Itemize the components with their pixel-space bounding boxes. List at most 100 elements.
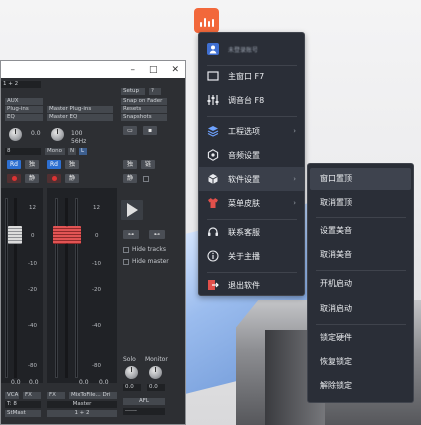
eq-label[interactable]: EQ	[5, 114, 43, 121]
hide-tracks-checkbox[interactable]	[123, 247, 129, 253]
output-select[interactable]: ------	[123, 408, 165, 415]
submenu-item-lock-hardware[interactable]: 锁定硬件	[310, 327, 411, 349]
menu-item-mixer[interactable]: 调音台 F8	[199, 88, 304, 112]
mixer-titlebar: – □ ✕	[1, 61, 185, 78]
bar-chart-icon[interactable]	[194, 8, 219, 33]
tray-context-menu: 未登录账号 主窗口 F7 调音台 F8 工程选项 › 音频设置 软件设置 › 菜…	[198, 32, 305, 296]
menu-item-label: 关于主播	[228, 251, 260, 261]
scale-label: 12	[29, 205, 36, 211]
submenu-item-disable-beauty[interactable]: 取消美音	[310, 244, 411, 266]
solo-button[interactable]: 独	[65, 160, 79, 169]
menu-item-label: 退出软件	[228, 280, 260, 290]
submenu-divider	[316, 217, 406, 218]
user-avatar-icon	[207, 43, 219, 55]
menu-item-label: 调音台 F8	[228, 95, 265, 105]
menu-item-main-window[interactable]: 主窗口 F7	[199, 64, 304, 88]
solo-knob[interactable]	[125, 366, 138, 379]
submenu-item-pin-top[interactable]: 窗口置顶	[310, 168, 411, 190]
settings-hex-icon	[207, 149, 219, 161]
hide-master-checkbox[interactable]	[123, 259, 129, 265]
solo-label: Solo	[123, 356, 136, 363]
channel-number[interactable]: 8	[5, 148, 41, 155]
master-mute-button[interactable]: 静	[123, 174, 137, 183]
link-left-button[interactable]: ⊶	[123, 230, 139, 239]
submenu-item-unlock[interactable]: 解除锁定	[310, 375, 411, 397]
record-arm-button[interactable]: Rd	[7, 160, 21, 169]
hide-tracks-label: Hide tracks	[132, 246, 166, 253]
menu-item-audio-settings[interactable]: 音频设置	[199, 143, 304, 167]
monitor-knob[interactable]	[149, 366, 162, 379]
master-fader-value: 0.0	[79, 379, 89, 386]
setup-button[interactable]: Setup	[121, 88, 145, 95]
shirt-icon	[207, 197, 219, 209]
snap-fader-button[interactable]: Snap on Fader	[121, 98, 167, 105]
submenu-item-unpin-top[interactable]: 取消置顶	[310, 192, 411, 214]
master-checkbox[interactable]	[143, 176, 149, 182]
record-arm-button[interactable]: Rd	[47, 160, 61, 169]
level-meter	[5, 198, 8, 378]
submenu-item-restore-lock[interactable]: 恢复锁定	[310, 351, 411, 373]
maximize-button[interactable]: □	[149, 65, 158, 75]
scale-label: -20	[92, 287, 101, 293]
rec-dot-icon	[12, 176, 17, 181]
master-fader-right[interactable]	[67, 226, 81, 244]
help-button[interactable]: ?	[149, 88, 161, 95]
menu-item-project-options[interactable]: 工程选项 ›	[199, 119, 304, 143]
master-output[interactable]: 1 + 2	[47, 410, 117, 417]
solo-button[interactable]: 独	[25, 160, 39, 169]
mute-button[interactable]: 静	[65, 174, 79, 183]
master-plugins-label[interactable]: Master Plug-ins	[47, 106, 113, 113]
folder-icon[interactable]: ▭	[123, 126, 137, 135]
master-fader-left[interactable]	[53, 226, 67, 244]
channel-fader[interactable]	[8, 226, 22, 244]
close-button[interactable]: ✕	[171, 65, 179, 75]
menu-item-contact-support[interactable]: 联系客服	[199, 220, 304, 244]
rec-dot-icon	[52, 176, 57, 181]
scale-label: -80	[92, 363, 101, 369]
master-solo-button[interactable]: 独	[123, 160, 137, 169]
menu-item-about[interactable]: 关于主播	[199, 244, 304, 268]
stmast-output[interactable]: StMast	[5, 410, 41, 417]
aux-label[interactable]: AUX	[5, 98, 43, 105]
account-header[interactable]: 未登录账号	[199, 37, 304, 61]
headset-icon	[207, 226, 219, 238]
fx-button[interactable]: FX	[23, 392, 41, 399]
master-eq-label[interactable]: Master EQ	[47, 114, 113, 121]
submenu-item-cancel-autostart[interactable]: 取消启动	[310, 298, 411, 320]
resets-button[interactable]: Resets	[121, 106, 167, 113]
submenu-item-enable-beauty[interactable]: 设置美音	[310, 220, 411, 242]
scale-label: 0	[95, 233, 99, 239]
scale-label: 12	[93, 205, 100, 211]
pan-knob[interactable]	[9, 128, 22, 141]
menu-item-software-settings[interactable]: 软件设置 ›	[199, 167, 304, 191]
chevron-right-icon: ›	[293, 127, 296, 135]
mute-button[interactable]: 静	[25, 174, 39, 183]
plugins-label[interactable]: Plug-ins	[5, 106, 43, 113]
menu-item-menu-skin[interactable]: 菜单皮肤 ›	[199, 191, 304, 215]
scale-label: -40	[92, 323, 101, 329]
level-meter	[55, 198, 58, 378]
save-icon[interactable]: ▪	[143, 126, 157, 135]
scale-label: -40	[28, 323, 37, 329]
menu-item-exit[interactable]: 退出软件	[199, 273, 304, 297]
snapshots-button[interactable]: Snapshots	[121, 114, 167, 121]
minimize-button[interactable]: –	[130, 65, 135, 75]
knob-value-left: 0.0	[31, 130, 41, 137]
scale-label: -10	[92, 261, 101, 267]
master-fader-value: 0.0	[99, 379, 109, 386]
submenu-item-autostart[interactable]: 开机启动	[310, 273, 411, 295]
n-button[interactable]: N	[68, 148, 76, 155]
mix-to-file-button[interactable]: MixToFile... Dri	[69, 392, 117, 399]
fx-button[interactable]: FX	[47, 392, 65, 399]
fader-track	[65, 198, 68, 378]
link-right-button[interactable]: ⊷	[149, 230, 165, 239]
routing-select[interactable]: 1 + 2	[1, 81, 41, 88]
l-button[interactable]: L	[79, 148, 87, 155]
afl-button[interactable]: AFL	[123, 398, 165, 405]
chevron-right-icon: ›	[293, 175, 296, 183]
vca-button[interactable]: VCA	[5, 392, 19, 399]
scale-label: 0	[31, 233, 35, 239]
master-link-button[interactable]: 链	[141, 160, 155, 169]
pan-knob[interactable]	[51, 128, 64, 141]
mono-button[interactable]: Mono	[45, 148, 65, 155]
